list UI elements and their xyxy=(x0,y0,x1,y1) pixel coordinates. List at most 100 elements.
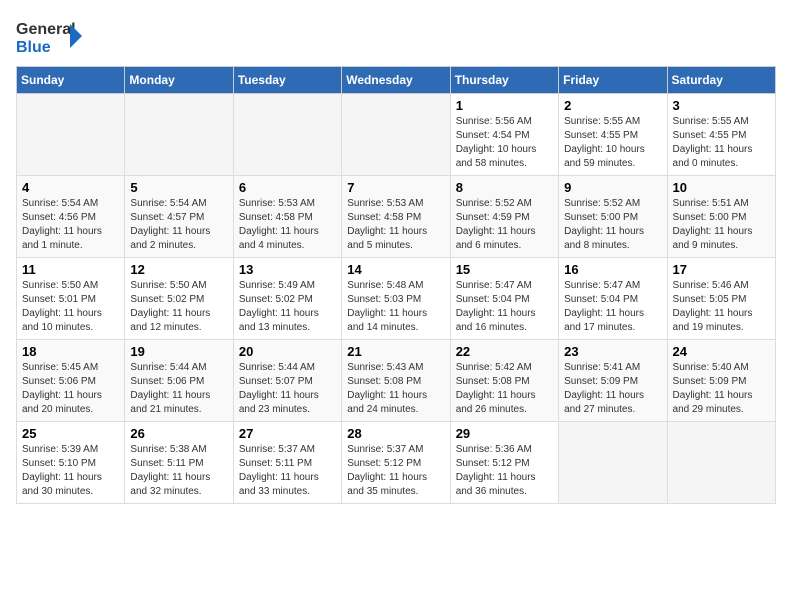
day-number: 8 xyxy=(456,180,553,195)
day-number: 2 xyxy=(564,98,661,113)
day-number: 27 xyxy=(239,426,336,441)
week-row-2: 11 Sunrise: 5:50 AM Sunset: 5:01 PM Dayli… xyxy=(17,258,776,340)
day-number: 17 xyxy=(673,262,770,277)
day-info: Sunrise: 5:36 AM Sunset: 5:12 PM Dayligh… xyxy=(456,443,553,499)
calendar-header: SundayMondayTuesdayWednesdayThursdayFrid… xyxy=(17,67,776,94)
day-info: Sunrise: 5:54 AM Sunset: 4:56 PM Dayligh… xyxy=(22,197,119,253)
day-number: 24 xyxy=(673,344,770,359)
week-row-0: 1 Sunrise: 5:56 AM Sunset: 4:54 PM Daylig… xyxy=(17,94,776,176)
day-number: 21 xyxy=(347,344,444,359)
day-info: Sunrise: 5:47 AM Sunset: 5:04 PM Dayligh… xyxy=(456,279,553,335)
day-number: 29 xyxy=(456,426,553,441)
day-cell: 29 Sunrise: 5:36 AM Sunset: 5:12 PM Dayli… xyxy=(450,422,558,504)
day-number: 11 xyxy=(22,262,119,277)
day-info: Sunrise: 5:40 AM Sunset: 5:09 PM Dayligh… xyxy=(673,361,770,417)
day-info: Sunrise: 5:45 AM Sunset: 5:06 PM Dayligh… xyxy=(22,361,119,417)
logo-svg: GeneralBlue xyxy=(16,16,86,56)
day-info: Sunrise: 5:49 AM Sunset: 5:02 PM Dayligh… xyxy=(239,279,336,335)
day-info: Sunrise: 5:43 AM Sunset: 5:08 PM Dayligh… xyxy=(347,361,444,417)
day-cell xyxy=(17,94,125,176)
day-number: 12 xyxy=(130,262,227,277)
day-info: Sunrise: 5:52 AM Sunset: 4:59 PM Dayligh… xyxy=(456,197,553,253)
day-number: 3 xyxy=(673,98,770,113)
day-cell: 13 Sunrise: 5:49 AM Sunset: 5:02 PM Dayli… xyxy=(233,258,341,340)
day-number: 25 xyxy=(22,426,119,441)
day-cell: 17 Sunrise: 5:46 AM Sunset: 5:05 PM Dayli… xyxy=(667,258,775,340)
day-number: 26 xyxy=(130,426,227,441)
day-number: 16 xyxy=(564,262,661,277)
day-cell: 3 Sunrise: 5:55 AM Sunset: 4:55 PM Daylig… xyxy=(667,94,775,176)
day-cell: 18 Sunrise: 5:45 AM Sunset: 5:06 PM Dayli… xyxy=(17,340,125,422)
day-cell: 5 Sunrise: 5:54 AM Sunset: 4:57 PM Daylig… xyxy=(125,176,233,258)
day-cell: 16Sunrise: 5:47 AM Sunset: 5:04 PM Dayli… xyxy=(559,258,667,340)
day-cell: 21 Sunrise: 5:43 AM Sunset: 5:08 PM Dayli… xyxy=(342,340,450,422)
day-number: 1 xyxy=(456,98,553,113)
day-number: 14 xyxy=(347,262,444,277)
day-number: 13 xyxy=(239,262,336,277)
header-cell-tuesday: Tuesday xyxy=(233,67,341,94)
day-cell: 28 Sunrise: 5:37 AM Sunset: 5:12 PM Dayli… xyxy=(342,422,450,504)
day-info: Sunrise: 5:44 AM Sunset: 5:07 PM Dayligh… xyxy=(239,361,336,417)
day-cell xyxy=(125,94,233,176)
day-number: 20 xyxy=(239,344,336,359)
day-cell: 4 Sunrise: 5:54 AM Sunset: 4:56 PM Daylig… xyxy=(17,176,125,258)
day-info: Sunrise: 5:55 AM Sunset: 4:55 PM Dayligh… xyxy=(564,115,661,171)
day-cell: 10 Sunrise: 5:51 AM Sunset: 5:00 PM Dayli… xyxy=(667,176,775,258)
day-info: Sunrise: 5:51 AM Sunset: 5:00 PM Dayligh… xyxy=(673,197,770,253)
day-cell: 1 Sunrise: 5:56 AM Sunset: 4:54 PM Daylig… xyxy=(450,94,558,176)
day-cell: 19 Sunrise: 5:44 AM Sunset: 5:06 PM Dayli… xyxy=(125,340,233,422)
day-number: 19 xyxy=(130,344,227,359)
day-cell: 27 Sunrise: 5:37 AM Sunset: 5:11 PM Dayli… xyxy=(233,422,341,504)
day-cell xyxy=(559,422,667,504)
day-cell: 23Sunrise: 5:41 AM Sunset: 5:09 PM Dayli… xyxy=(559,340,667,422)
header-cell-monday: Monday xyxy=(125,67,233,94)
header-row: SundayMondayTuesdayWednesdayThursdayFrid… xyxy=(17,67,776,94)
header-cell-wednesday: Wednesday xyxy=(342,67,450,94)
header-cell-saturday: Saturday xyxy=(667,67,775,94)
day-cell: 22Sunrise: 5:42 AM Sunset: 5:08 PM Dayli… xyxy=(450,340,558,422)
day-cell: 15 Sunrise: 5:47 AM Sunset: 5:04 PM Dayli… xyxy=(450,258,558,340)
day-cell xyxy=(233,94,341,176)
day-number: 22 xyxy=(456,344,553,359)
day-number: 28 xyxy=(347,426,444,441)
day-info: Sunrise: 5:39 AM Sunset: 5:10 PM Dayligh… xyxy=(22,443,119,499)
day-info: Sunrise: 5:50 AM Sunset: 5:01 PM Dayligh… xyxy=(22,279,119,335)
day-info: Sunrise: 5:54 AM Sunset: 4:57 PM Dayligh… xyxy=(130,197,227,253)
day-info: Sunrise: 5:41 AM Sunset: 5:09 PM Dayligh… xyxy=(564,361,661,417)
header-cell-friday: Friday xyxy=(559,67,667,94)
day-number: 15 xyxy=(456,262,553,277)
day-number: 5 xyxy=(130,180,227,195)
day-cell: 14 Sunrise: 5:48 AM Sunset: 5:03 PM Dayli… xyxy=(342,258,450,340)
day-info: Sunrise: 5:38 AM Sunset: 5:11 PM Dayligh… xyxy=(130,443,227,499)
svg-text:Blue: Blue xyxy=(16,39,51,56)
day-number: 10 xyxy=(673,180,770,195)
day-info: Sunrise: 5:53 AM Sunset: 4:58 PM Dayligh… xyxy=(239,197,336,253)
calendar-table: SundayMondayTuesdayWednesdayThursdayFrid… xyxy=(16,66,776,504)
day-cell: 25 Sunrise: 5:39 AM Sunset: 5:10 PM Dayli… xyxy=(17,422,125,504)
day-number: 6 xyxy=(239,180,336,195)
day-cell: 2 Sunrise: 5:55 AM Sunset: 4:55 PM Daylig… xyxy=(559,94,667,176)
day-cell: 11 Sunrise: 5:50 AM Sunset: 5:01 PM Dayli… xyxy=(17,258,125,340)
day-info: Sunrise: 5:52 AM Sunset: 5:00 PM Dayligh… xyxy=(564,197,661,253)
day-info: Sunrise: 5:50 AM Sunset: 5:02 PM Dayligh… xyxy=(130,279,227,335)
day-cell: 8 Sunrise: 5:52 AM Sunset: 4:59 PM Daylig… xyxy=(450,176,558,258)
logo: GeneralBlue xyxy=(16,16,86,56)
day-info: Sunrise: 5:55 AM Sunset: 4:55 PM Dayligh… xyxy=(673,115,770,171)
day-number: 4 xyxy=(22,180,119,195)
day-number: 7 xyxy=(347,180,444,195)
day-info: Sunrise: 5:46 AM Sunset: 5:05 PM Dayligh… xyxy=(673,279,770,335)
header-cell-sunday: Sunday xyxy=(17,67,125,94)
week-row-3: 18 Sunrise: 5:45 AM Sunset: 5:06 PM Dayli… xyxy=(17,340,776,422)
week-row-1: 4 Sunrise: 5:54 AM Sunset: 4:56 PM Daylig… xyxy=(17,176,776,258)
day-number: 18 xyxy=(22,344,119,359)
week-row-4: 25 Sunrise: 5:39 AM Sunset: 5:10 PM Dayli… xyxy=(17,422,776,504)
day-info: Sunrise: 5:44 AM Sunset: 5:06 PM Dayligh… xyxy=(130,361,227,417)
day-info: Sunrise: 5:56 AM Sunset: 4:54 PM Dayligh… xyxy=(456,115,553,171)
header: GeneralBlue xyxy=(16,16,776,56)
day-info: Sunrise: 5:48 AM Sunset: 5:03 PM Dayligh… xyxy=(347,279,444,335)
day-cell: 7Sunrise: 5:53 AM Sunset: 4:58 PM Daylig… xyxy=(342,176,450,258)
day-cell: 26 Sunrise: 5:38 AM Sunset: 5:11 PM Dayli… xyxy=(125,422,233,504)
day-info: Sunrise: 5:37 AM Sunset: 5:12 PM Dayligh… xyxy=(347,443,444,499)
day-cell: 6 Sunrise: 5:53 AM Sunset: 4:58 PM Daylig… xyxy=(233,176,341,258)
day-info: Sunrise: 5:37 AM Sunset: 5:11 PM Dayligh… xyxy=(239,443,336,499)
